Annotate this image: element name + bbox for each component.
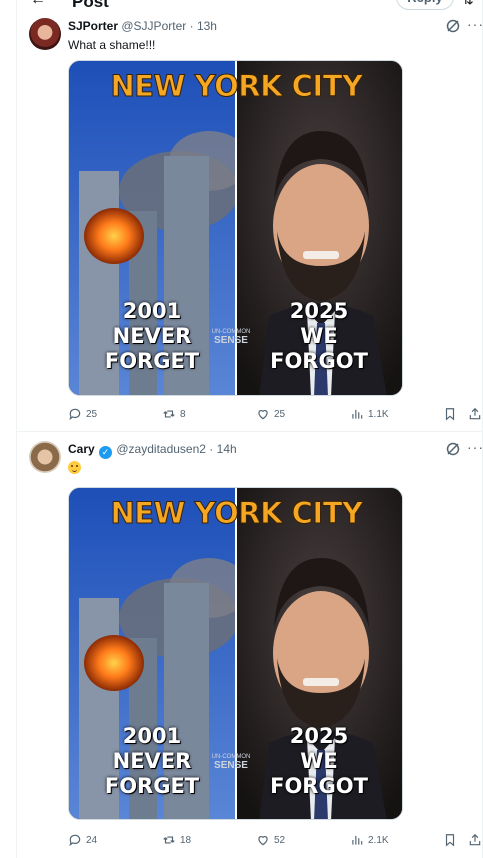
post-text: What a shame!!! [68,38,156,52]
grok-icon[interactable] [445,441,461,457]
avatar[interactable] [29,441,61,473]
action-bar: 24 18 52 2.1K [68,831,482,851]
emoji-icon [68,461,81,474]
action-bar: 25 8 25 1.1K [68,405,482,425]
reply-action[interactable]: 24 [68,833,97,847]
more-icon[interactable]: ··· [467,439,483,455]
watermark: UN-COMMON SENSE [211,329,251,346]
views-icon [352,835,363,845]
bookmark-icon [445,834,455,847]
author-name[interactable]: Cary [68,442,95,456]
bookmark-icon [445,408,455,421]
share-action[interactable] [468,407,482,421]
reply-post[interactable]: SJPorter @SJJPorter · 13h ··· What a sha… [17,10,483,432]
author-handle[interactable]: @zayditadusen2 [116,442,206,456]
bookmark-action[interactable] [443,833,457,847]
back-arrow-icon[interactable]: ← [30,0,46,9]
repost-count: 18 [180,834,192,846]
share-icon [469,407,481,420]
repost-action[interactable]: 8 [162,407,186,421]
reply-icon [69,834,81,847]
repost-count: 8 [180,408,186,420]
view-count: 2.1K [368,834,389,846]
post-image[interactable]: NEW YORK CITY 2001 NEVER FORGET 2025 WE … [68,487,403,820]
post-text [68,461,81,475]
filter-icon[interactable]: ⇅ [462,0,474,8]
like-action[interactable]: 25 [256,407,285,421]
reply-action[interactable]: 25 [68,407,97,421]
author-name[interactable]: SJPorter [68,19,118,33]
avatar[interactable] [29,18,61,50]
grok-icon[interactable] [445,18,461,34]
views-action[interactable]: 1.1K [350,407,389,421]
top-bar: ← Post Reply ⇅ [0,0,483,10]
reply-post[interactable]: Cary ✓ @zayditadusen2 · 14h ··· NEW YORK… [17,433,483,858]
separator-dot: · [189,19,194,33]
headline-text: NEW YORK CITY [110,69,364,104]
headline-text: NEW YORK CITY [110,496,364,531]
post-header: Cary ✓ @zayditadusen2 · 14h [68,442,237,459]
post-time[interactable]: 14h [217,442,237,456]
reply-count: 25 [86,408,98,420]
like-count: 52 [274,834,286,846]
view-count: 1.1K [368,408,389,420]
bookmark-action[interactable] [443,407,457,421]
share-action[interactable] [468,833,482,847]
views-icon [352,409,363,419]
like-action[interactable]: 52 [256,833,285,847]
views-action[interactable]: 2.1K [350,833,389,847]
separator-dot: · [209,442,214,456]
reply-icon [69,408,81,421]
left-caption: 2001 NEVER FORGET [104,724,200,798]
repost-icon [163,836,175,844]
like-icon [258,836,268,846]
like-count: 25 [274,408,286,420]
repost-action[interactable]: 18 [162,833,191,847]
post-time[interactable]: 13h [197,19,217,33]
post-header: SJPorter @SJJPorter · 13h [68,19,217,33]
right-caption: 2025 WE FORGOT [270,724,368,798]
left-caption: 2001 NEVER FORGET [104,299,200,373]
author-handle[interactable]: @SJJPorter [121,19,186,33]
watermark: UN-COMMON SENSE [211,754,251,771]
more-icon[interactable]: ··· [467,16,483,32]
page-title: Post [72,0,109,10]
post-image[interactable]: NEW YORK CITY 2001 NEVER FORGET 2025 WE … [68,60,403,396]
reply-button[interactable]: Reply [396,0,454,10]
share-icon [469,833,481,846]
reply-count: 24 [86,834,98,846]
verified-badge-icon: ✓ [99,446,113,459]
like-icon [258,410,268,420]
right-caption: 2025 WE FORGOT [270,299,368,373]
repost-icon [163,410,175,418]
